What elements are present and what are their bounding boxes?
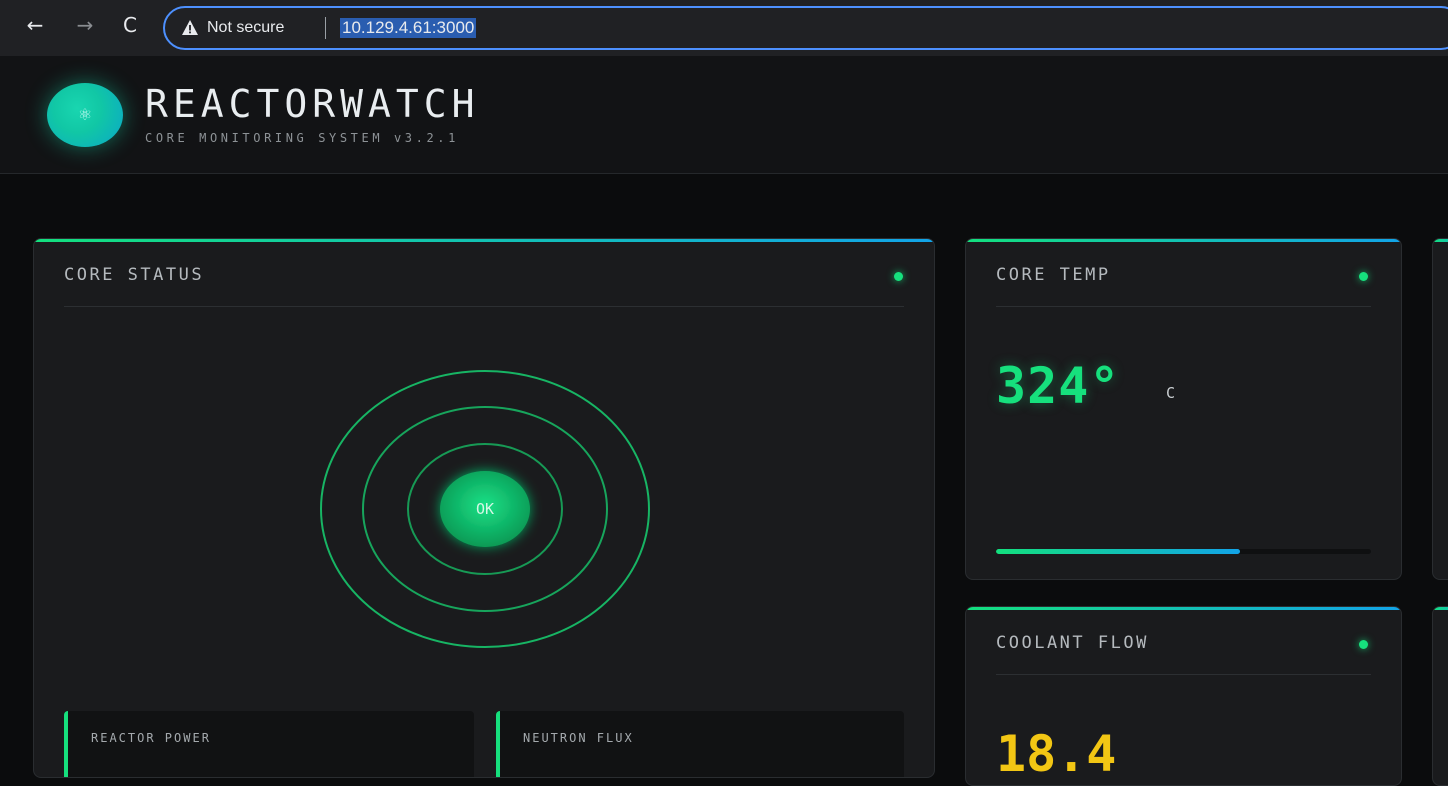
coolant-flow-panel: COOLANT FLOW 18.4 xyxy=(965,606,1402,786)
app-header: ⚛ REACTORWATCH CORE MONITORING SYSTEM v3… xyxy=(0,56,1448,174)
brand-subtitle: CORE MONITORING SYSTEM v3.2.1 xyxy=(145,131,459,145)
metric-label: NEUTRON FLUX xyxy=(523,731,634,745)
atom-icon: ⚛ xyxy=(77,105,93,124)
core-temp-unit: C xyxy=(1166,384,1176,402)
reactor-power-card: REACTOR POWER xyxy=(64,711,474,777)
divider xyxy=(996,674,1371,675)
security-label[interactable]: Not secure xyxy=(207,19,284,37)
status-dot-icon xyxy=(1359,640,1368,649)
address-bar[interactable]: Not secure 10.129.4.61:3000 xyxy=(163,6,1448,50)
offscreen-panel xyxy=(1432,238,1448,580)
status-ok-label: OK xyxy=(476,500,494,518)
core-temp-value: 324° xyxy=(996,357,1121,415)
browser-toolbar: ← → C Not secure 10.129.4.61:3000 xyxy=(0,0,1448,56)
status-dot-icon xyxy=(1359,272,1368,281)
back-arrow-icon[interactable]: ← xyxy=(24,14,46,36)
separator xyxy=(325,17,326,39)
warning-icon[interactable] xyxy=(181,19,199,37)
core-temp-panel: CORE TEMP 324° C xyxy=(965,238,1402,580)
core-temp-progress xyxy=(996,549,1371,554)
url-text[interactable]: 10.129.4.61:3000 xyxy=(340,18,477,38)
divider xyxy=(996,306,1371,307)
panel-title: CORE TEMP xyxy=(996,265,1111,285)
coolant-flow-value: 18.4 xyxy=(996,725,1117,783)
metric-label: REACTOR POWER xyxy=(91,731,211,745)
core-status-panel: CORE STATUS OK REACTOR POWER NEUTRON FLU… xyxy=(33,238,935,778)
neutron-flux-card: NEUTRON FLUX xyxy=(496,711,904,777)
panel-title: CORE STATUS xyxy=(64,265,205,285)
core-status-rings: OK xyxy=(320,370,650,648)
panel-title: COOLANT FLOW xyxy=(996,633,1149,653)
divider xyxy=(64,306,904,307)
reload-icon[interactable]: C xyxy=(119,14,141,36)
status-dot-icon xyxy=(894,272,903,281)
brand-title: REACTORWATCH xyxy=(145,82,480,126)
logo: ⚛ xyxy=(47,83,123,147)
forward-arrow-icon[interactable]: → xyxy=(74,14,96,36)
core-temp-progress-fill xyxy=(996,549,1240,554)
offscreen-panel xyxy=(1432,606,1448,786)
